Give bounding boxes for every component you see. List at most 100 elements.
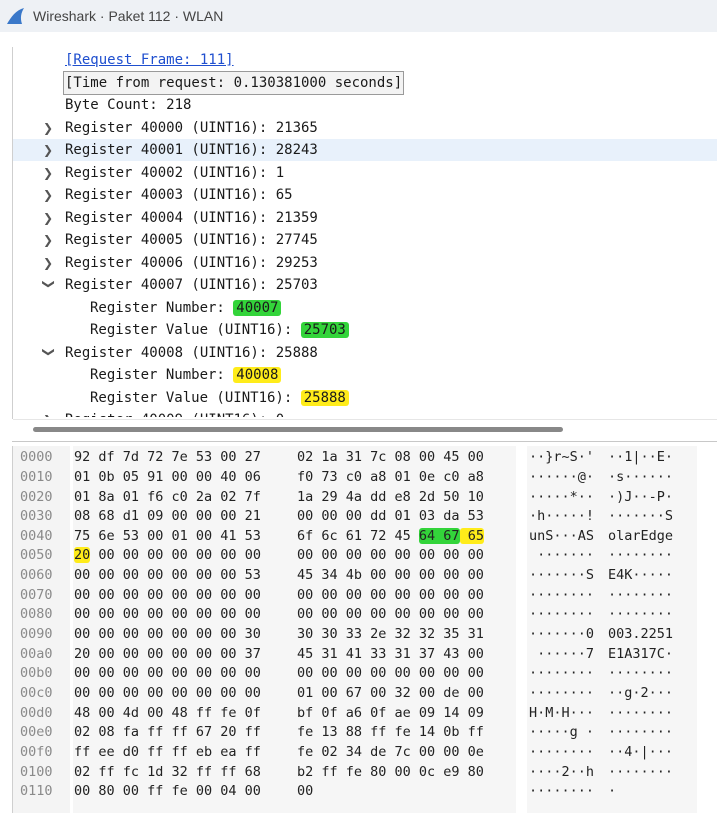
hex-bytes-first-half[interactable]: 20 00 00 00 00 00 00 00	[74, 544, 261, 566]
hex-row[interactable]: 0080 00 00 00 00 00 00 00 00 00 00 00 00 0…	[13, 603, 717, 625]
tree-row-request-frame[interactable]: [Request Frame: 111]	[13, 49, 717, 71]
hex-bytes-text: 00 00 00 dd 01 03 da 53	[297, 508, 484, 524]
hex-bytes-second-half[interactable]: fe 13 88 ff fe 14 0b ff	[297, 721, 484, 743]
expand-chevron-right-icon[interactable]: ❯	[43, 409, 55, 417]
hex-row[interactable]: 0110 00 80 00 ff fe 00 04 00 00 ········ ·	[13, 780, 717, 802]
collapse-chevron-down-icon[interactable]: ❯	[38, 279, 60, 291]
tree-row-register-40008[interactable]: ❯ Register 40008 (UINT16): 25888	[13, 342, 717, 364]
hex-offset: 0060	[20, 567, 53, 583]
hex-row[interactable]: 0000 92 df 7d 72 7e 53 00 27 02 1a 31 7c 0…	[13, 446, 717, 468]
hex-bytes-second-half[interactable]: 01 00 67 00 32 00 de 00	[297, 682, 484, 704]
hex-bytes-second-half[interactable]: 30 30 33 2e 32 32 35 31	[297, 623, 484, 645]
hex-bytes-second-half[interactable]: 00 00 00 00 00 00 00 00	[297, 662, 484, 684]
register-label: Register 40001 (UINT16): 28243	[65, 142, 318, 158]
hex-bytes-text: 00 00 00 00 00 00 00	[90, 547, 261, 563]
packet-bytes-pane[interactable]: 0000 92 df 7d 72 7e 53 00 27 02 1a 31 7c 0…	[13, 446, 717, 813]
hex-bytes-text: 1a 29 4a dd e8 2d 50 10	[297, 489, 484, 505]
tree-row-time-from-request[interactable]: [Time from request: 0.130381000 seconds]	[13, 71, 717, 95]
ascii-first-half: ·······S	[529, 567, 595, 583]
expand-chevron-right-icon[interactable]: ❯	[43, 229, 55, 251]
ascii-second-half: ·s······	[608, 469, 674, 485]
hex-bytes-first-half[interactable]: 00 00 00 00 00 00 00 00	[74, 682, 261, 704]
ascii-first-half: ·h·····!	[529, 508, 595, 524]
hex-bytes-second-half[interactable]: 45 34 4b 00 00 00 00 00	[297, 564, 484, 586]
expand-chevron-right-icon[interactable]: ❯	[43, 207, 55, 229]
hex-bytes-text: 48 00 4d 00 48 ff fe 0f	[74, 705, 261, 721]
packet-details-pane[interactable]: [Request Frame: 111] [Time from request:…	[13, 47, 717, 417]
hex-bytes-first-half[interactable]: 00 00 00 00 00 00 00 53	[74, 564, 261, 586]
hex-bytes-first-half[interactable]: 92 df 7d 72 7e 53 00 27	[74, 446, 261, 468]
title-bar: Wireshark · Paket 112 · WLAN	[0, 0, 717, 32]
hex-bytes-second-half[interactable]: 00	[297, 780, 313, 802]
tree-row-register-number-40008[interactable]: Register Number: 40008	[13, 364, 717, 386]
hex-row[interactable]: 0060 00 00 00 00 00 00 00 53 45 34 4b 00 0…	[13, 564, 717, 586]
ascii-first-half: ·····g ·	[529, 724, 595, 740]
hex-row[interactable]: 0090 00 00 00 00 00 00 00 30 30 30 33 2e 3…	[13, 623, 717, 645]
hex-row[interactable]: 00b0 00 00 00 00 00 00 00 00 00 00 00 00 0…	[13, 662, 717, 684]
hex-bytes-second-half[interactable]: 00 00 00 00 00 00 00 00	[297, 544, 484, 566]
hex-offset: 0030	[20, 508, 53, 524]
tree-row-register-40000[interactable]: ❯ Register 40000 (UINT16): 21365	[13, 117, 717, 139]
tree-row-register-40005[interactable]: ❯ Register 40005 (UINT16): 27745	[13, 229, 717, 251]
tree-row-byte-count[interactable]: Byte Count: 218	[13, 94, 717, 116]
ascii-second-half: E4K·····	[608, 567, 674, 583]
hex-bytes-text: bf 0f a6 0f ae 09 14 09	[297, 705, 484, 721]
horizontal-scrollbar[interactable]	[13, 419, 717, 440]
pane-divider[interactable]	[12, 441, 717, 442]
hex-bytes-second-half[interactable]: f0 73 c0 a8 01 0e c0 a8	[297, 466, 484, 488]
tree-row-register-value-40007[interactable]: Register Value (UINT16): 25703	[13, 319, 717, 341]
expand-chevron-right-icon[interactable]: ❯	[43, 117, 55, 139]
hex-bytes-second-half[interactable]: 02 1a 31 7c 08 00 45 00	[297, 446, 484, 468]
hex-bytes-second-half[interactable]: 00 00 00 00 00 00 00 00	[297, 603, 484, 625]
hex-row[interactable]: 0010 01 0b 05 91 00 00 40 06 f0 73 c0 a8 0…	[13, 466, 717, 488]
hex-offset: 0090	[20, 626, 53, 642]
hex-bytes-first-half[interactable]: 01 0b 05 91 00 00 40 06	[74, 466, 261, 488]
expand-chevron-right-icon[interactable]: ❯	[43, 162, 55, 184]
hex-bytes-first-half[interactable]: 00 00 00 00 00 00 00 30	[74, 623, 261, 645]
expand-chevron-right-icon[interactable]: ❯	[43, 252, 55, 274]
hex-bytes-first-half[interactable]: 00 00 00 00 00 00 00 00	[74, 603, 261, 625]
hex-offset: 0010	[20, 469, 53, 485]
ascii-second-half: ··4·|···	[608, 744, 674, 760]
ascii-first-half: ······@·	[529, 469, 595, 485]
ascii-second-half: ·······S	[608, 508, 674, 524]
hex-bytes-text: fe 13 88 ff fe 14 0b ff	[297, 724, 484, 740]
hex-bytes-first-half[interactable]: 00 80 00 ff fe 00 04 00	[74, 780, 261, 802]
hex-bytes-first-half[interactable]: ff ee d0 ff ff eb ea ff	[74, 741, 261, 763]
hex-bytes-first-half[interactable]: 00 00 00 00 00 00 00 00	[74, 662, 261, 684]
register-value-label: Register Value (UINT16):	[90, 322, 301, 338]
hex-offset: 0050	[20, 547, 53, 563]
ascii-first-half: ·······0	[529, 626, 595, 642]
collapse-chevron-down-icon[interactable]: ❯	[38, 347, 60, 359]
tree-row-register-value-40008[interactable]: Register Value (UINT16): 25888	[13, 387, 717, 409]
register-label: Register 40000 (UINT16): 21365	[65, 120, 318, 136]
request-frame-link[interactable]: [Request Frame: 111]	[65, 49, 234, 71]
tree-row-register-40004[interactable]: ❯ Register 40004 (UINT16): 21359	[13, 207, 717, 229]
ascii-second-half: ········	[608, 665, 674, 681]
expand-chevron-right-icon[interactable]: ❯	[43, 184, 55, 206]
tree-row-register-40002[interactable]: ❯ Register 40002 (UINT16): 1	[13, 162, 717, 184]
hex-offset: 00f0	[20, 744, 53, 760]
tree-row-register-40009[interactable]: ❯ Register 40009 (UINT16): 0	[13, 409, 717, 417]
tree-row-register-number-40007[interactable]: Register Number: 40007	[13, 297, 717, 319]
expand-chevron-right-icon[interactable]: ❯	[43, 139, 55, 161]
hex-row[interactable]: 0050 20 00 00 00 00 00 00 00 00 00 00 00 0…	[13, 544, 717, 566]
time-from-request: [Time from request: 0.130381000 seconds]	[62, 71, 405, 95]
hex-row[interactable]: 00e0 02 08 fa ff ff 67 20 ff fe 13 88 ff f…	[13, 721, 717, 743]
register-label: Register 40004 (UINT16): 21359	[65, 210, 318, 226]
tree-row-register-40001[interactable]: ❯ Register 40001 (UINT16): 28243	[13, 139, 717, 161]
hex-bytes-second-half[interactable]: fe 02 34 de 7c 00 00 0e	[297, 741, 484, 763]
hex-bytes-text: 01 8a 01 f6 c0 2a 02 7f	[74, 489, 261, 505]
hex-bytes-second-half[interactable]: 00 00 00 dd 01 03 da 53	[297, 505, 484, 527]
hex-bytes-first-half[interactable]: 02 08 fa ff ff 67 20 ff	[74, 721, 261, 743]
ascii-second-half: 003.2251	[608, 626, 674, 642]
hex-row[interactable]: 00c0 00 00 00 00 00 00 00 00 01 00 67 00 3…	[13, 682, 717, 704]
ascii-second-half: ········	[608, 547, 674, 563]
hex-row[interactable]: 00f0 ff ee d0 ff ff eb ea ff fe 02 34 de 7…	[13, 741, 717, 763]
hex-bytes-first-half[interactable]: 08 68 d1 09 00 00 00 21	[74, 505, 261, 527]
tree-row-register-40006[interactable]: ❯ Register 40006 (UINT16): 29253	[13, 252, 717, 274]
scrollbar-thumb[interactable]	[33, 427, 563, 432]
tree-row-register-40007[interactable]: ❯ Register 40007 (UINT16): 25703	[13, 274, 717, 296]
tree-row-register-40003[interactable]: ❯ Register 40003 (UINT16): 65	[13, 184, 717, 206]
hex-row[interactable]: 0030 08 68 d1 09 00 00 00 21 00 00 00 dd 0…	[13, 505, 717, 527]
